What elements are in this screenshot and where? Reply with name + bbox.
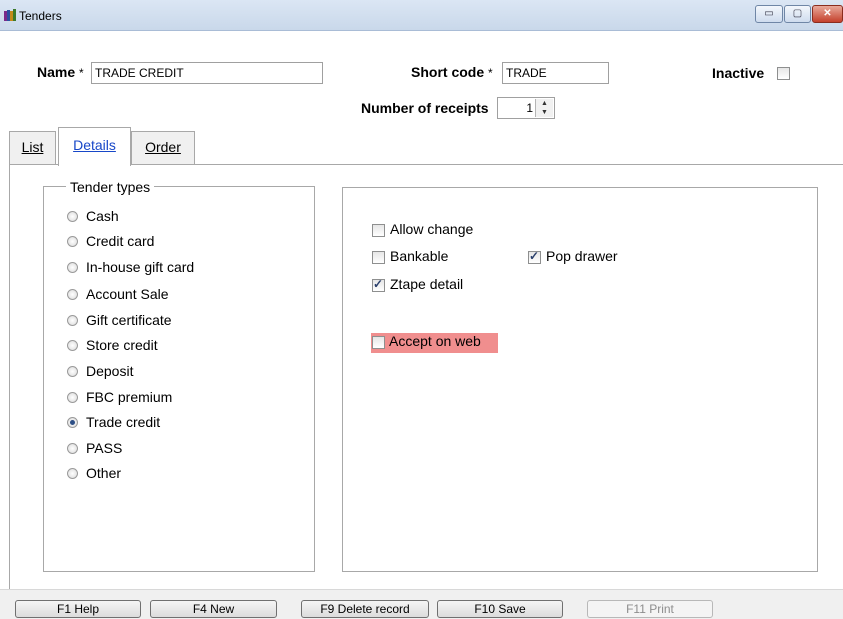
tab-order[interactable]: Order <box>131 131 195 164</box>
options-group <box>342 187 818 572</box>
radio-label: Other <box>86 465 122 481</box>
print-button[interactable]: F11 Print <box>587 600 713 618</box>
ztape-detail-checkbox[interactable] <box>372 277 385 292</box>
receipts-label: Number of receipts <box>361 100 489 116</box>
radio-label: PASS <box>86 440 123 456</box>
receipts-stepper[interactable]: 1 ▲ ▼ <box>497 97 555 119</box>
radio-icon <box>67 392 78 403</box>
stepper-buttons: ▲ ▼ <box>535 99 553 117</box>
radio-icon <box>67 315 78 326</box>
radio-label: In-house gift card <box>86 259 195 275</box>
radio-icon <box>67 262 78 273</box>
pop-drawer-label: Pop drawer <box>546 248 618 264</box>
allow-change-label: Allow change <box>390 221 474 237</box>
delete-record-button[interactable]: F9 Delete record <box>301 600 429 618</box>
maximize-button[interactable]: ▢ <box>784 5 811 23</box>
radio-selected-icon <box>67 417 78 428</box>
inactive-label: Inactive <box>712 65 765 81</box>
radio-icon <box>67 236 78 247</box>
pop-drawer-checkbox[interactable] <box>528 249 541 264</box>
radio-icon <box>67 443 78 454</box>
stepper-down-icon[interactable]: ▼ <box>536 108 553 117</box>
minimize-icon: ▭ <box>764 8 774 19</box>
accept-on-web-label: Accept on web <box>389 333 481 349</box>
app-icon <box>4 9 16 21</box>
radio-label: FBC premium <box>86 389 173 405</box>
window-title: Tenders <box>19 9 62 23</box>
radio-label: Deposit <box>86 363 134 379</box>
bankable-checkbox[interactable] <box>372 251 385 264</box>
radio-icon <box>67 366 78 377</box>
radio-label: Account Sale <box>86 286 169 302</box>
maximize-icon: ▢ <box>792 8 803 19</box>
tender-types-title: Tender types <box>66 179 155 195</box>
close-button[interactable]: ✕ <box>812 5 843 23</box>
name-label-text: Name <box>37 64 76 80</box>
close-icon: ✕ <box>823 8 832 19</box>
tab-list-label: List <box>21 139 44 155</box>
short-code-required-mark: * <box>488 66 493 80</box>
radio-label: Credit card <box>86 233 155 249</box>
short-code-input[interactable] <box>502 62 609 84</box>
help-button[interactable]: F1 Help <box>15 600 141 618</box>
radio-label: Store credit <box>86 337 158 353</box>
radio-icon <box>67 468 78 479</box>
save-button[interactable]: F10 Save <box>437 600 563 618</box>
tab-order-label: Order <box>145 139 181 155</box>
name-input[interactable] <box>91 62 323 84</box>
allow-change-checkbox[interactable] <box>372 224 385 237</box>
tab-details[interactable]: Details <box>58 127 131 166</box>
minimize-button[interactable]: ▭ <box>755 5 783 23</box>
inactive-checkbox[interactable] <box>777 67 790 80</box>
tab-list[interactable]: List <box>9 131 56 164</box>
accept-on-web-checkbox[interactable] <box>372 336 385 349</box>
radio-icon <box>67 289 78 300</box>
title-bar: Tenders ▭ ▢ ✕ <box>0 0 843 31</box>
tab-details-label: Details <box>73 137 116 153</box>
new-button[interactable]: F4 New <box>150 600 277 618</box>
receipts-value: 1 <box>526 101 533 115</box>
short-code-label-text: Short code <box>411 64 485 80</box>
radio-label: Trade credit <box>86 414 161 430</box>
accept-on-web-option[interactable]: Accept on web <box>371 333 498 353</box>
radio-icon <box>67 211 78 222</box>
name-required-mark: * <box>79 66 84 80</box>
radio-label: Cash <box>86 208 119 224</box>
tender-types-group <box>43 186 315 572</box>
bankable-label: Bankable <box>390 248 449 264</box>
radio-label: Gift certificate <box>86 312 172 328</box>
radio-icon <box>67 340 78 351</box>
name-label: Name * <box>37 64 84 80</box>
ztape-detail-label: Ztape detail <box>390 276 464 292</box>
short-code-label: Short code * <box>411 64 493 80</box>
